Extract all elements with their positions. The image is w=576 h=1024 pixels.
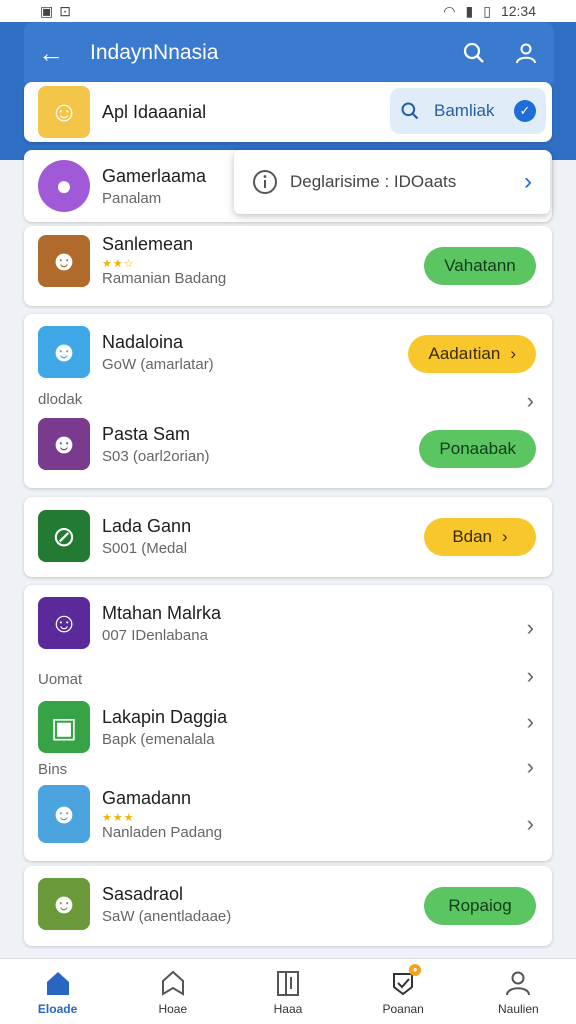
app-card: ☺ Mtahan Malrka 007 IDenlabana › Uomat ›…	[24, 585, 552, 861]
app-card: ☻ Nadaloina GoW (amarlatar) Aadaıtian › …	[24, 314, 552, 488]
app-icon: ☻	[38, 234, 90, 287]
info-popup[interactable]: Deglarisime : IDOaats ›	[234, 150, 550, 214]
featured-name: Gamerlaama	[102, 165, 207, 186]
app-sub: SaW (anentladaae)	[102, 907, 232, 925]
search-button-label: Bamliak	[434, 101, 495, 120]
app-logo-icon: ☺	[38, 86, 90, 138]
bookmark-icon	[158, 968, 188, 998]
screenshot-icon: ⊡	[59, 2, 71, 19]
app-card: ⊘ Lada Gann S001 (Medal Bdan ›	[24, 497, 552, 577]
app-icon: ☺	[38, 597, 90, 649]
search-button[interactable]: Bamliak ✓	[390, 88, 546, 134]
app-icon: ☻	[38, 785, 90, 843]
list-item[interactable]: ☺ Mtahan Malrka 007 IDenlabana	[24, 597, 552, 649]
app-name: Nadaloina	[102, 331, 184, 352]
rating-stars: ★★★	[102, 811, 135, 824]
app-sub: S03 (oarl2orian)	[102, 447, 210, 465]
app-action-button[interactable]: Ponaabak	[419, 430, 536, 468]
app-icon: ☻	[38, 418, 90, 470]
nav-label: Eloade	[37, 1001, 78, 1016]
app-icon: ⊘	[38, 510, 90, 562]
app-card: ☻ Sanlemean ★★☆ Ramanian Badang Vahatann	[24, 226, 552, 306]
notification-icon: ▣	[40, 2, 54, 19]
app-bar: ← IndaynNnasia	[24, 22, 554, 84]
app-action-button[interactable]: Aadaıtian ›	[408, 335, 536, 373]
action-label: Bdan	[452, 527, 493, 546]
profile-icon	[503, 968, 533, 998]
app-action-button[interactable]: Vahatann	[424, 247, 536, 285]
chevron-right-icon[interactable]: ›	[527, 663, 534, 689]
bottom-nav: Eloade Hoae Haaa ● Poanan Naulien	[0, 958, 576, 1024]
status-bar: ▣ ⊡ ◠ ▮ ▯ 12:34	[0, 0, 576, 22]
app-sub: S001 (Medal	[102, 539, 188, 557]
chevron-right-icon[interactable]: ›	[527, 709, 534, 735]
info-icon	[253, 170, 277, 194]
app-name: Lada Gann	[102, 515, 192, 536]
chevron-right-icon: ›	[502, 527, 508, 546]
list-item[interactable]: ▣ Lakapin Daggia Bapk (emenalala	[24, 701, 552, 753]
chevron-right-icon[interactable]: ›	[527, 811, 534, 837]
home-icon	[43, 968, 73, 998]
search-icon	[401, 102, 419, 120]
nav-label: Naulien	[497, 1001, 539, 1016]
popup-text: Deglarisime : IDOaats	[290, 172, 457, 191]
app-sub: Ramanian Badang	[102, 270, 227, 287]
notification-badge-icon: ●	[409, 963, 422, 976]
rating-stars: ★★☆	[102, 258, 135, 270]
app-sub: Nanladen Padang	[102, 823, 223, 841]
app-sub: GoW (amarlatar)	[102, 355, 214, 373]
nav-label: Poanan	[382, 1001, 424, 1016]
app-action-button[interactable]: Bdan ›	[424, 518, 536, 556]
section-label: Bins	[38, 761, 68, 778]
nav-item-home[interactable]: Eloade	[8, 968, 108, 1016]
signal-icon: ▮	[465, 2, 474, 19]
check-icon: ✓	[514, 100, 536, 122]
app-icon: ☻	[38, 326, 90, 378]
nav-item-saved[interactable]: Hoae	[123, 968, 223, 1016]
nav-label: Haaa	[273, 1001, 303, 1016]
section-label: dlodak	[38, 391, 83, 408]
app-sub: Bapk (emenalala	[102, 730, 215, 748]
section-label: Uomat	[38, 671, 83, 688]
chevron-right-icon[interactable]: ›	[527, 754, 534, 780]
page-title: IndaynNnasia	[90, 41, 219, 64]
app-name: Sasadraol	[102, 883, 184, 904]
app-name: Mtahan Malrka	[102, 602, 222, 623]
nav-item-library[interactable]: Haaa	[238, 968, 338, 1016]
chevron-right-icon: ›	[510, 344, 516, 363]
search-icon[interactable]	[460, 39, 488, 67]
featured-sub: Panalam	[102, 189, 162, 207]
chevron-right-icon[interactable]: ›	[527, 615, 534, 641]
nav-label: Hoae	[158, 1001, 188, 1016]
chevron-right-icon[interactable]: ›	[527, 388, 534, 414]
battery-icon: ▯	[483, 2, 491, 19]
app-name: Lakapin Daggia	[102, 706, 228, 727]
app-sub: 007 IDenlabana	[102, 626, 208, 644]
action-label: Aadaıtian	[428, 344, 501, 363]
list-item[interactable]: ☻ Gamadann ★★★ Nanladen Padang	[24, 785, 552, 843]
app-name: Gamadann	[102, 787, 192, 808]
status-time: 12:34	[500, 3, 536, 19]
nav-item-rewards[interactable]: ● Poanan	[353, 963, 453, 1016]
app-card: ☻ Sasadraol SaW (anentladaae) Ropaiog	[24, 866, 552, 946]
nav-item-profile[interactable]: Naulien	[468, 968, 568, 1016]
app-icon: ☻	[38, 878, 90, 930]
app-icon: ▣	[38, 701, 90, 753]
wifi-icon: ◠	[443, 2, 456, 19]
back-arrow-icon[interactable]: ←	[38, 38, 74, 69]
search-card: ☺ Apl Idaaanial Bamliak ✓	[24, 82, 552, 142]
library-icon	[273, 968, 303, 998]
search-label: Apl Idaaanial	[102, 101, 207, 122]
chevron-right-icon[interactable]: ›	[524, 168, 532, 196]
app-name: Sanlemean	[102, 234, 194, 254]
app-name: Pasta Sam	[102, 423, 191, 444]
app-action-button[interactable]: Ropaiog	[424, 887, 536, 925]
profile-icon[interactable]	[512, 39, 540, 67]
featured-app-icon: ●	[38, 160, 90, 212]
